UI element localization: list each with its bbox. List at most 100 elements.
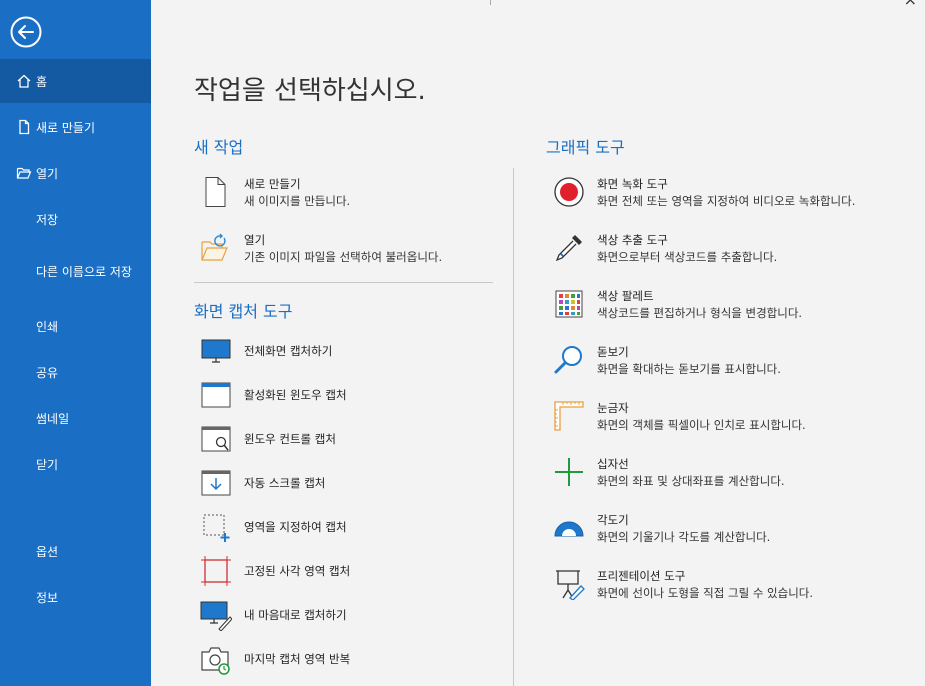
capture-fixed-rect[interactable]: 고정된 사각 영역 캡처 bbox=[200, 555, 350, 587]
ruler-icon bbox=[553, 400, 585, 432]
tool-title: 돋보기 bbox=[597, 345, 629, 359]
protractor-icon bbox=[553, 512, 585, 544]
tool-title: 십자선 bbox=[597, 457, 629, 471]
sidebar-item-label: 썸네일 bbox=[36, 411, 70, 426]
sidebar-item-label: 인쇄 bbox=[36, 319, 59, 334]
tool-ruler[interactable]: 눈금자 화면의 객체를 픽셀이나 인치로 표시합니다. bbox=[553, 400, 806, 434]
tool-description: 화면의 객체를 픽셀이나 인치로 표시합니다. bbox=[597, 418, 806, 432]
sidebar-item-label: 정보 bbox=[36, 590, 59, 605]
sidebar-item-open[interactable]: 열기 bbox=[0, 151, 151, 195]
back-button[interactable] bbox=[10, 16, 42, 48]
sidebar-item-save-as[interactable]: 다른 이름으로 저장 bbox=[0, 249, 151, 293]
capture-heading: 화면 캡처 도구 bbox=[194, 302, 293, 321]
capture-label: 마지막 캡처 영역 반복 bbox=[244, 652, 351, 666]
sidebar-item-save[interactable]: 저장 bbox=[0, 197, 151, 241]
divider bbox=[194, 282, 493, 283]
new-task-heading: 새 작업 bbox=[194, 138, 244, 157]
task-title: 열기 bbox=[244, 233, 266, 247]
monitor-icon bbox=[200, 335, 232, 367]
tool-title: 프리젠테이션 도구 bbox=[597, 569, 686, 583]
capture-window-control[interactable]: 윈도우 컨트롤 캡처 bbox=[200, 423, 336, 455]
task-description: 기존 이미지 파일을 선택하여 불러옵니다. bbox=[244, 250, 443, 264]
record-icon bbox=[553, 176, 585, 208]
sidebar-item-label: 새로 만들기 bbox=[36, 120, 96, 135]
new-file-icon bbox=[16, 119, 32, 135]
capture-fullscreen[interactable]: 전체화면 캡처하기 bbox=[200, 335, 332, 367]
capture-label: 영역을 지정하여 캡처 bbox=[244, 520, 347, 534]
capture-label: 자동 스크롤 캡처 bbox=[244, 476, 326, 490]
task-title: 새로 만들기 bbox=[244, 177, 301, 191]
task-new[interactable]: 새로 만들기 새 이미지를 만듭니다. bbox=[200, 176, 350, 210]
tool-title: 색상 추출 도구 bbox=[597, 233, 668, 247]
scroll-down-icon bbox=[200, 467, 232, 499]
magnifier-icon bbox=[553, 344, 585, 376]
sidebar-item-label: 열기 bbox=[36, 166, 59, 181]
crosshair-icon bbox=[553, 456, 585, 488]
divider bbox=[513, 168, 514, 686]
back-arrow-icon bbox=[10, 16, 42, 48]
tool-description: 화면의 기울기나 각도를 계산합니다. bbox=[597, 530, 771, 544]
new-document-icon bbox=[200, 176, 232, 208]
sidebar-item-new[interactable]: 새로 만들기 bbox=[0, 105, 151, 149]
tool-description: 화면을 확대하는 돋보기를 표시합니다. bbox=[597, 362, 781, 376]
home-icon bbox=[16, 73, 32, 89]
sidebar-item-home[interactable]: 홈 bbox=[0, 59, 151, 103]
sidebar-item-thumbnail[interactable]: 썸네일 bbox=[0, 396, 151, 440]
capture-auto-scroll[interactable]: 자동 스크롤 캡처 bbox=[200, 467, 325, 499]
page-title: 작업을 선택하십시오. bbox=[194, 76, 426, 106]
capture-label: 내 마음대로 캡처하기 bbox=[244, 608, 347, 622]
capture-label: 전체화면 캡처하기 bbox=[244, 344, 333, 358]
close-button[interactable]: × bbox=[904, 0, 917, 9]
sidebar-item-close[interactable]: 닫기 bbox=[0, 442, 151, 486]
tool-color-picker[interactable]: 색상 추출 도구 화면으로부터 색상코드를 추출합니다. bbox=[553, 232, 777, 266]
main-panel: × 작업을 선택하십시오. 새 작업 새로 만들기 새 이미지를 만듭니다. 열… bbox=[151, 0, 925, 686]
window-icon bbox=[200, 379, 232, 411]
tool-protractor[interactable]: 각도기 화면의 기울기나 각도를 계산합니다. bbox=[553, 512, 770, 546]
tool-title: 눈금자 bbox=[597, 401, 629, 415]
eyedropper-icon bbox=[553, 232, 585, 264]
sidebar-item-label: 홈 bbox=[36, 74, 48, 89]
tool-description: 화면으로부터 색상코드를 추출합니다. bbox=[597, 250, 778, 264]
tool-screen-record[interactable]: 화면 녹화 도구 화면 전체 또는 영역을 지정하여 비디오로 녹화합니다. bbox=[553, 176, 855, 210]
sidebar-item-options[interactable]: 옵션 bbox=[0, 529, 151, 573]
camera-repeat-icon bbox=[200, 643, 232, 675]
tool-description: 화면의 좌표 및 상대좌표를 계산합니다. bbox=[597, 474, 785, 488]
capture-region[interactable]: 영역을 지정하여 캡처 bbox=[200, 511, 347, 543]
sidebar-item-print[interactable]: 인쇄 bbox=[0, 304, 151, 348]
capture-repeat-last[interactable]: 마지막 캡처 영역 반복 bbox=[200, 643, 350, 675]
tool-description: 화면에 선이나 도형을 직접 그릴 수 있습니다. bbox=[597, 586, 814, 600]
capture-active-window[interactable]: 활성화된 윈도우 캡처 bbox=[200, 379, 347, 411]
sidebar-item-label: 저장 bbox=[36, 212, 59, 227]
tool-color-palette[interactable]: 색상 팔레트 색상코드를 편집하거나 형식을 변경합니다. bbox=[553, 288, 802, 322]
window-magnifier-icon bbox=[200, 423, 232, 455]
tool-description: 화면 전체 또는 영역을 지정하여 비디오로 녹화합니다. bbox=[597, 194, 856, 208]
region-select-icon bbox=[200, 511, 232, 543]
graphics-heading: 그래픽 도구 bbox=[546, 138, 625, 157]
open-folder-icon bbox=[16, 165, 32, 181]
tool-magnifier[interactable]: 돋보기 화면을 확대하는 돋보기를 표시합니다. bbox=[553, 344, 781, 378]
tool-crosshair[interactable]: 십자선 화면의 좌표 및 상대좌표를 계산합니다. bbox=[553, 456, 785, 490]
sidebar-item-label: 공유 bbox=[36, 365, 59, 380]
capture-freehand[interactable]: 내 마음대로 캡처하기 bbox=[200, 599, 347, 632]
palette-grid-icon bbox=[553, 288, 585, 320]
monitor-pen-icon bbox=[200, 599, 233, 632]
capture-label: 활성화된 윈도우 캡처 bbox=[244, 388, 347, 402]
sidebar-item-info[interactable]: 정보 bbox=[0, 575, 151, 619]
divider bbox=[490, 0, 491, 5]
open-folder-refresh-icon bbox=[200, 232, 232, 264]
tool-title: 색상 팔레트 bbox=[597, 289, 654, 303]
presentation-board-icon bbox=[553, 568, 585, 601]
sidebar-item-share[interactable]: 공유 bbox=[0, 350, 151, 394]
sidebar-item-label: 다른 이름으로 저장 bbox=[36, 264, 132, 279]
sidebar-item-label: 옵션 bbox=[36, 544, 59, 559]
sidebar: 홈 새로 만들기 열기 저장 다른 이름으로 저장 인쇄 공유 썸네일 닫기 옵… bbox=[0, 0, 151, 686]
tool-description: 색상코드를 편집하거나 형식을 변경합니다. bbox=[597, 306, 803, 320]
capture-label: 윈도우 컨트롤 캡처 bbox=[244, 432, 336, 446]
tool-title: 각도기 bbox=[597, 513, 629, 527]
task-open[interactable]: 열기 기존 이미지 파일을 선택하여 불러옵니다. bbox=[200, 232, 442, 266]
sidebar-item-label: 닫기 bbox=[36, 457, 59, 472]
tool-presentation[interactable]: 프리젠테이션 도구 화면에 선이나 도형을 직접 그릴 수 있습니다. bbox=[553, 568, 813, 602]
fixed-rect-icon bbox=[200, 555, 232, 587]
task-description: 새 이미지를 만듭니다. bbox=[244, 194, 351, 208]
capture-label: 고정된 사각 영역 캡처 bbox=[244, 564, 351, 578]
